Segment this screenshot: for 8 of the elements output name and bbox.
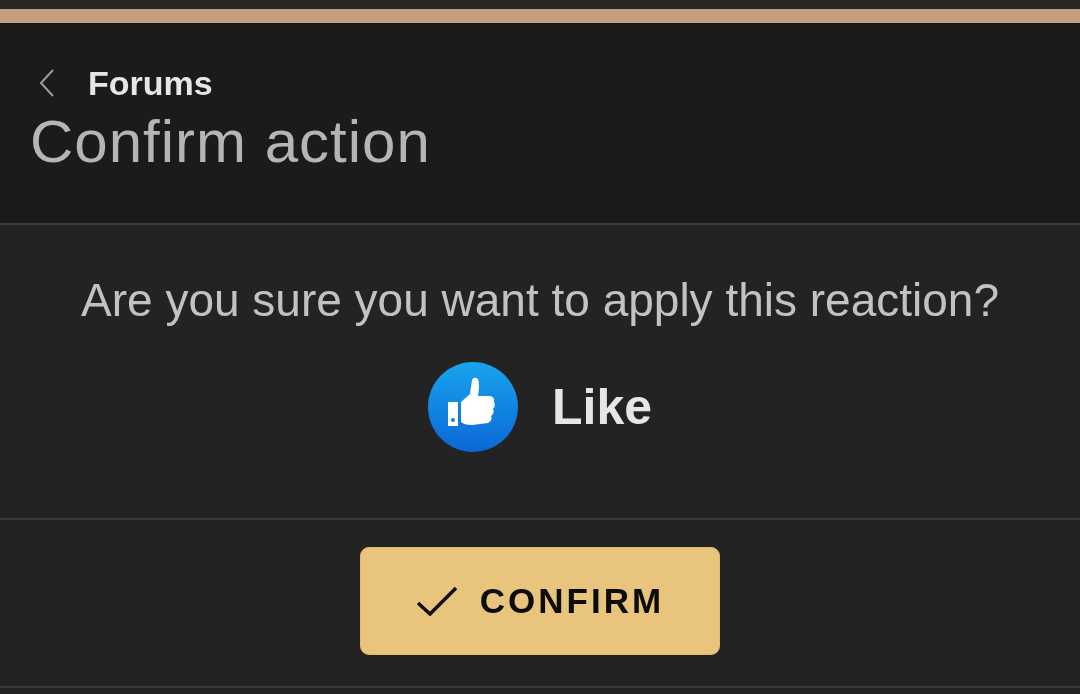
back-link[interactable]: Forums bbox=[30, 66, 213, 100]
thumbs-up-icon bbox=[427, 362, 518, 453]
chevron-left-icon bbox=[40, 69, 54, 97]
check-icon bbox=[415, 586, 458, 616]
question-text: Are you sure you want to apply this reaction? bbox=[80, 273, 1000, 328]
confirm-button[interactable]: CONFIRM bbox=[360, 547, 720, 655]
reaction-label: Like bbox=[551, 382, 653, 433]
page-title: Confirm action bbox=[30, 109, 432, 175]
